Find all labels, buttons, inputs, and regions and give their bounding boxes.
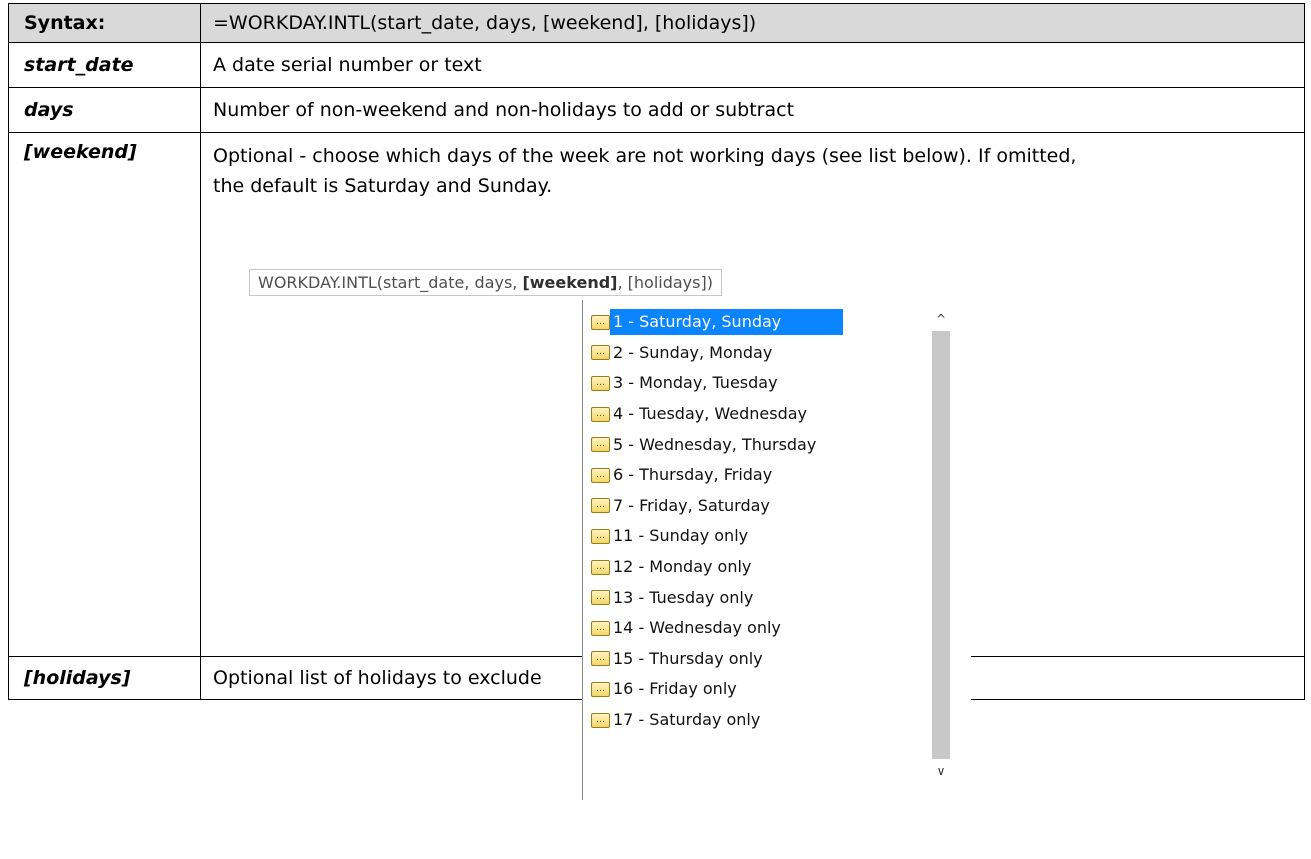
start-date-label: start_date xyxy=(8,42,201,88)
syntax-formula: =WORKDAY.INTL(start_date, days, [weekend… xyxy=(200,3,1305,43)
dropdown-item[interactable]: … 2 - Sunday, Monday xyxy=(591,338,919,369)
tooltip-suffix: , [holidays]) xyxy=(617,273,713,292)
scroll-up-icon[interactable]: ^ xyxy=(932,307,950,331)
dropdown-item[interactable]: … 14 - Wednesday only xyxy=(591,613,919,644)
constant-icon: … xyxy=(591,498,610,514)
constant-icon: … xyxy=(591,681,610,697)
weekend-label: [weekend] xyxy=(8,132,201,657)
dropdown-item-label: 16 - Friday only xyxy=(613,679,737,699)
constant-icon: … xyxy=(591,528,610,544)
constant-icon: … xyxy=(591,590,610,606)
dropdown-item-label: 13 - Tuesday only xyxy=(613,587,754,607)
constant-icon: … xyxy=(591,345,610,361)
syntax-row: Syntax: =WORKDAY.INTL(start_date, days, … xyxy=(8,3,1305,43)
function-tooltip: WORKDAY.INTL(start_date, days, [weekend]… xyxy=(249,269,722,296)
dropdown-item[interactable]: … 6 - Thursday, Friday xyxy=(591,460,919,491)
dropdown-item-label: 15 - Thursday only xyxy=(613,648,763,668)
scroll-down-icon[interactable]: ∨ xyxy=(932,759,950,783)
dropdown-item-label: 11 - Sunday only xyxy=(613,526,749,546)
dropdown-item[interactable]: … 16 - Friday only xyxy=(591,674,919,705)
syntax-label: Syntax: xyxy=(8,3,201,43)
dropdown-scrollbar[interactable]: ^ ∨ xyxy=(932,307,950,783)
start-date-row: start_date A date serial number or text xyxy=(8,42,1305,88)
constant-icon: … xyxy=(591,437,610,453)
dropdown-item-label: 1 - Saturday, Sunday xyxy=(610,309,843,336)
dropdown-item[interactable]: … 1 - Saturday, Sunday xyxy=(591,307,919,338)
dropdown-item[interactable]: … 17 - Saturday only xyxy=(591,705,919,736)
dropdown-item[interactable]: … 13 - Tuesday only xyxy=(591,582,919,613)
weekend-description-line-1: Optional - choose which days of the week… xyxy=(213,145,1077,167)
dropdown-item-label: 12 - Monday only xyxy=(613,557,752,577)
days-row: days Number of non-weekend and non-holid… xyxy=(8,87,1305,133)
dropdown-item-label: 2 - Sunday, Monday xyxy=(613,342,773,362)
dropdown-item-label: 4 - Tuesday, Wednesday xyxy=(613,404,808,424)
dropdown-item-label: 17 - Saturday only xyxy=(613,710,761,730)
constant-icon: … xyxy=(591,314,610,330)
dropdown-item[interactable]: … 11 - Sunday only xyxy=(591,521,919,552)
weekend-description-line-2: the default is Saturday and Sunday. xyxy=(213,175,553,197)
dropdown-item-label: 3 - Monday, Tuesday xyxy=(613,373,778,393)
dropdown-item[interactable]: … 15 - Thursday only xyxy=(591,644,919,675)
dropdown-item-label: 5 - Wednesday, Thursday xyxy=(613,434,817,454)
dropdown-item[interactable]: … 4 - Tuesday, Wednesday xyxy=(591,399,919,430)
dropdown-item-label: 14 - Wednesday only xyxy=(613,618,781,638)
constant-icon: … xyxy=(591,712,610,728)
tooltip-prefix: WORKDAY.INTL(start_date, days, xyxy=(258,273,523,292)
dropdown-list: … 1 - Saturday, Sunday… 2 - Sunday, Monday… xyxy=(591,307,919,735)
dropdown-item-label: 7 - Friday, Saturday xyxy=(613,495,770,515)
days-label: days xyxy=(8,87,201,133)
days-description: Number of non-weekend and non-holidays t… xyxy=(200,87,1305,133)
constant-icon: … xyxy=(591,375,610,391)
tooltip-current-arg: [weekend] xyxy=(522,273,618,292)
dropdown-item[interactable]: … 12 - Monday only xyxy=(591,552,919,583)
dropdown-item[interactable]: … 3 - Monday, Tuesday xyxy=(591,368,919,399)
dropdown-item[interactable]: … 7 - Friday, Saturday xyxy=(591,491,919,522)
constant-icon: … xyxy=(591,406,610,422)
constant-icon: … xyxy=(591,467,610,483)
holidays-label: [holidays] xyxy=(8,656,201,700)
constant-icon: … xyxy=(591,620,610,636)
constant-icon: … xyxy=(591,651,610,667)
dropdown-item-label: 6 - Thursday, Friday xyxy=(613,465,773,485)
weekend-options-dropdown[interactable]: … 1 - Saturday, Sunday… 2 - Sunday, Monday… xyxy=(582,300,971,800)
start-date-description: A date serial number or text xyxy=(200,42,1305,88)
dropdown-item[interactable]: … 5 - Wednesday, Thursday xyxy=(591,429,919,460)
constant-icon: … xyxy=(591,559,610,575)
